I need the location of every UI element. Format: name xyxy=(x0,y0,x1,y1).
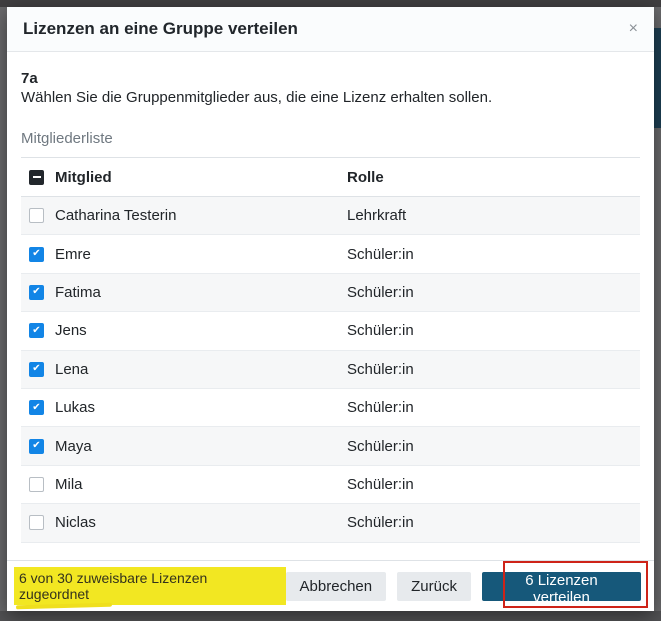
member-cell: Maya xyxy=(21,438,347,455)
member-cell: Catharina Testerin xyxy=(21,207,347,224)
table-header-row: Mitglied Rolle xyxy=(21,158,640,197)
distribute-licenses-button[interactable]: 6 Lizenzen verteilen xyxy=(482,572,641,601)
member-checkbox[interactable] xyxy=(29,247,44,262)
member-cell: Fatima xyxy=(21,284,347,301)
dialog-header: Lizenzen an eine Gruppe verteilen × xyxy=(7,7,654,52)
dialog-title: Lizenzen an eine Gruppe verteilen xyxy=(23,19,298,39)
member-table: Mitglied Rolle Catharina Testerin Lehrkr… xyxy=(21,157,640,543)
table-row: Emre Schüler:in xyxy=(21,235,640,273)
member-role: Schüler:in xyxy=(347,476,640,493)
member-cell: Emre xyxy=(21,246,347,263)
member-cell: Jens xyxy=(21,322,347,339)
member-name: Fatima xyxy=(55,284,101,301)
member-name: Mila xyxy=(55,476,83,493)
member-name: Lena xyxy=(55,361,88,378)
member-role: Schüler:in xyxy=(347,438,640,455)
member-checkbox[interactable] xyxy=(29,400,44,415)
distribute-licenses-dialog: Lizenzen an eine Gruppe verteilen × 7a W… xyxy=(7,7,654,611)
member-cell: Niclas xyxy=(21,514,347,531)
member-checkbox[interactable] xyxy=(29,477,44,492)
member-role: Schüler:in xyxy=(347,361,640,378)
screen: Lizenzen an eine Gruppe verteilen × 7a W… xyxy=(0,0,661,621)
member-name: Catharina Testerin xyxy=(55,207,176,224)
group-name: 7a xyxy=(21,70,640,87)
role-column-header-cell: Rolle xyxy=(347,169,640,186)
table-row: Maya Schüler:in xyxy=(21,427,640,465)
table-row: Mila Schüler:in xyxy=(21,466,640,504)
member-role: Schüler:in xyxy=(347,246,640,263)
table-row: Fatima Schüler:in xyxy=(21,274,640,312)
member-cell: Lena xyxy=(21,361,347,378)
member-checkbox[interactable] xyxy=(29,208,44,223)
table-row: Jens Schüler:in xyxy=(21,312,640,350)
member-name: Niclas xyxy=(55,514,96,531)
backdrop-page-fragment xyxy=(653,28,661,128)
member-checkbox[interactable] xyxy=(29,439,44,454)
member-cell: Mila xyxy=(21,476,347,493)
member-list-label: Mitgliederliste xyxy=(21,130,640,147)
member-name: Lukas xyxy=(55,399,95,416)
member-column-header-cell: Mitglied xyxy=(21,169,347,186)
member-cell: Lukas xyxy=(21,399,347,416)
license-status-text: 6 von 30 zuweisbare Lizenzen zugeordnet xyxy=(14,567,286,605)
cancel-button[interactable]: Abbrechen xyxy=(286,572,387,601)
select-all-checkbox[interactable] xyxy=(29,170,44,185)
table-row: Niclas Schüler:in xyxy=(21,504,640,542)
table-row: Catharina Testerin Lehrkraft xyxy=(21,197,640,235)
dialog-footer: 6 von 30 zuweisbare Lizenzen zugeordnet … xyxy=(7,560,654,611)
member-name: Jens xyxy=(55,322,87,339)
member-name: Emre xyxy=(55,246,91,263)
member-column-label: Mitglied xyxy=(55,169,112,186)
table-row: Lena Schüler:in xyxy=(21,351,640,389)
member-role: Schüler:in xyxy=(347,399,640,416)
member-rows: Catharina Testerin Lehrkraft Emre Schüle… xyxy=(21,197,640,543)
member-role: Lehrkraft xyxy=(347,207,640,224)
backdrop-bottom-bar xyxy=(0,611,661,621)
member-role: Schüler:in xyxy=(347,284,640,301)
member-role: Schüler:in xyxy=(347,322,640,339)
back-button[interactable]: Zurück xyxy=(397,572,471,601)
backdrop-top-bar xyxy=(0,0,661,7)
close-icon[interactable]: × xyxy=(629,21,638,37)
role-column-label: Rolle xyxy=(347,169,384,186)
member-checkbox[interactable] xyxy=(29,323,44,338)
footer-buttons: Abbrechen Zurück 6 Lizenzen verteilen xyxy=(286,572,641,601)
dialog-body: 7a Wählen Sie die Gruppenmitglieder aus,… xyxy=(7,52,654,560)
member-checkbox[interactable] xyxy=(29,515,44,530)
member-name: Maya xyxy=(55,438,92,455)
dialog-description: Wählen Sie die Gruppenmitglieder aus, di… xyxy=(21,89,640,106)
table-row: Lukas Schüler:in xyxy=(21,389,640,427)
member-checkbox[interactable] xyxy=(29,362,44,377)
member-role: Schüler:in xyxy=(347,514,640,531)
member-checkbox[interactable] xyxy=(29,285,44,300)
